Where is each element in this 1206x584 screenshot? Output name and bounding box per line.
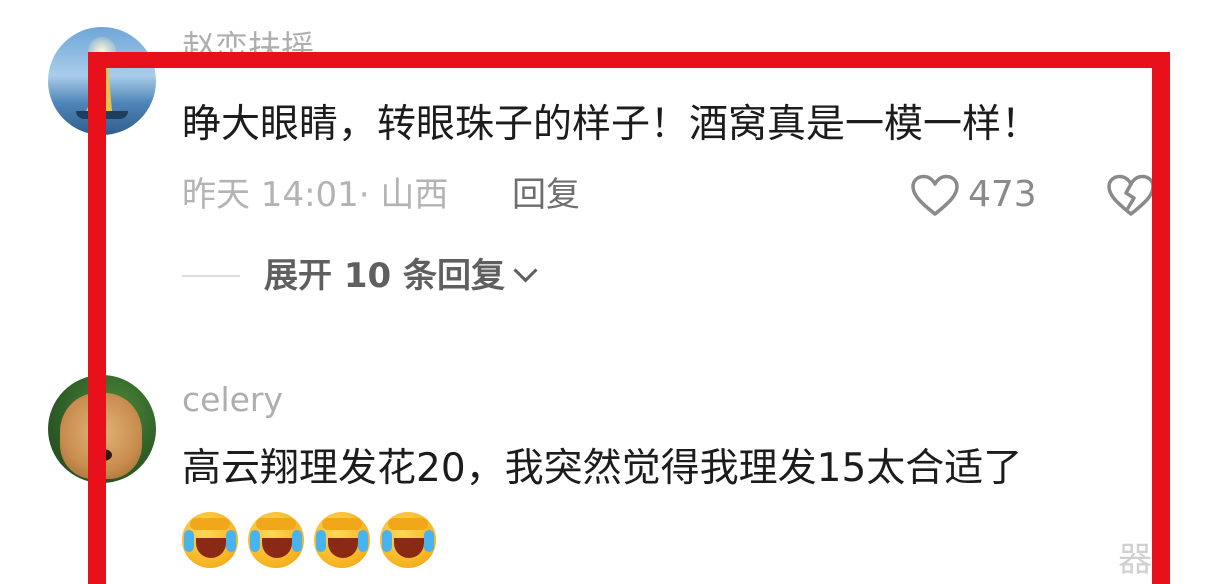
broken-heart-icon[interactable] — [1106, 174, 1156, 218]
emoji-hand-shape — [388, 518, 428, 530]
comment-meta: 昨天 14:01· 山西 — [182, 175, 449, 215]
emoji-tear-shape — [382, 530, 392, 552]
emoji-tear-shape — [424, 530, 434, 552]
reply-button[interactable]: 回复 — [512, 172, 580, 218]
avatar[interactable] — [48, 375, 156, 483]
grinning-squinting-tears-emoji-icon — [248, 512, 304, 568]
emoji-mouth-shape — [196, 538, 226, 558]
comment-text: 高云翔理发花20，我突然觉得我理发15太合适了 — [182, 446, 1023, 491]
avatar-dog-nose-shape — [94, 449, 112, 461]
chevron-down-icon — [513, 258, 538, 283]
expand-replies-button[interactable]: 展开 10 条回复 — [264, 252, 538, 300]
avatar-dog-shape — [60, 393, 142, 479]
avatar-sail-shape — [86, 65, 112, 111]
expand-replies-label: 展开 10 条回复 — [264, 256, 505, 296]
emoji-mouth-shape — [394, 538, 424, 558]
emoji-tear-shape — [316, 530, 326, 552]
emoji-tear-shape — [184, 530, 194, 552]
username[interactable]: 赵峦扶摇 — [182, 28, 314, 56]
emoji-tear-shape — [292, 530, 302, 552]
emoji-tear-shape — [358, 530, 368, 552]
avatar-sun-shape — [88, 37, 116, 65]
emoji-tear-shape — [250, 530, 260, 552]
grinning-squinting-tears-emoji-icon — [182, 512, 238, 568]
grinning-squinting-tears-emoji-icon — [314, 512, 370, 568]
heart-outline-icon[interactable] — [910, 174, 960, 218]
comment-text: 睁大眼睛，转眼珠子的样子！酒窝真是一模一样！ — [182, 102, 1041, 147]
avatar-boat-shape — [76, 111, 128, 119]
emoji-row — [182, 512, 436, 576]
grinning-squinting-tears-emoji-icon — [380, 512, 436, 568]
emoji-mouth-shape — [328, 538, 358, 558]
emoji-mouth-shape — [262, 538, 292, 558]
emoji-tear-shape — [226, 530, 236, 552]
avatar[interactable] — [48, 27, 156, 135]
emoji-hand-shape — [190, 518, 230, 530]
emoji-hand-shape — [322, 518, 362, 530]
expand-divider — [182, 275, 240, 277]
like-count: 473 — [968, 174, 1037, 215]
watermark: 器 — [1118, 540, 1152, 580]
comment-section: 赵峦扶摇 睁大眼睛，转眼珠子的样子！酒窝真是一模一样！ 昨天 14:01· 山西… — [0, 0, 1206, 584]
emoji-hand-shape — [256, 518, 296, 530]
username[interactable]: celery — [182, 380, 283, 420]
